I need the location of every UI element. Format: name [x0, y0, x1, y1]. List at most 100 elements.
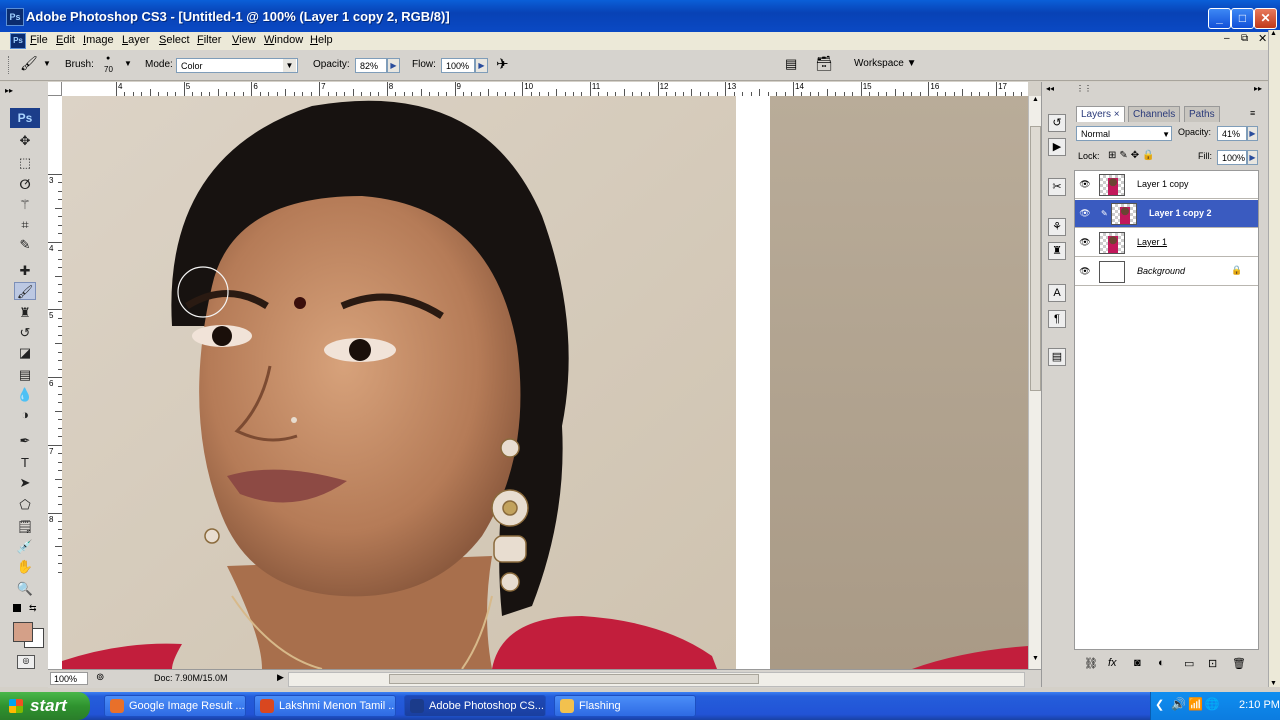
move-icon[interactable]: ✥: [14, 132, 36, 150]
tab-channels[interactable]: Channels: [1128, 106, 1181, 122]
menu-edit[interactable]: Edit: [53, 33, 78, 47]
panel-menu-icon[interactable]: ≡: [1250, 108, 1255, 118]
horizontal-scroll-thumb[interactable]: [389, 674, 759, 684]
type-icon[interactable]: T: [14, 454, 36, 472]
eraser-icon[interactable]: ◪: [14, 344, 36, 362]
gradient-icon[interactable]: ▤: [14, 366, 36, 384]
scroll-down-icon[interactable]: ▼: [1030, 655, 1041, 667]
fx-icon[interactable]: fx: [1108, 657, 1117, 669]
layer-opacity-field[interactable]: 41%: [1217, 126, 1247, 141]
layer-row[interactable]: 👁 Layer 1: [1075, 229, 1258, 257]
hand-icon[interactable]: ✋: [14, 558, 36, 576]
add-mask-icon[interactable]: ◙: [1134, 657, 1141, 669]
brush-chevron-icon[interactable]: ▼: [124, 59, 132, 68]
chevron-down-icon[interactable]: ▼: [283, 59, 296, 72]
document-icon[interactable]: Ps: [10, 33, 26, 49]
blur-icon[interactable]: 💧: [14, 386, 36, 404]
right-scrollbar[interactable]: ▲ ▼: [1268, 30, 1280, 687]
new-group-icon[interactable]: ▭: [1184, 657, 1194, 670]
brushes-panel-icon[interactable]: ⚘: [1048, 218, 1066, 236]
airbrush-icon[interactable]: ✈: [496, 55, 509, 73]
layer-row[interactable]: 👁 Layer 1 copy: [1075, 171, 1258, 199]
layer-opacity-slider-button[interactable]: ▶: [1247, 126, 1258, 141]
horizontal-scrollbar[interactable]: [288, 672, 1025, 687]
flow-field[interactable]: 100%: [441, 58, 475, 73]
marquee-icon[interactable]: ⬚: [14, 154, 36, 172]
link-layers-icon[interactable]: ⛓: [1084, 657, 1098, 670]
swap-colors-icon[interactable]: ⇆: [29, 603, 37, 614]
history-brush-icon[interactable]: ↺: [14, 324, 36, 342]
doc-minimize-icon[interactable]: –: [1224, 33, 1230, 44]
panel-expand-icon[interactable]: ▸▸: [1254, 84, 1262, 93]
menu-filter[interactable]: Filter: [194, 33, 224, 47]
ruler-origin[interactable]: [48, 82, 62, 96]
actions-panel-icon[interactable]: ▶: [1048, 138, 1066, 156]
brush-preset-icon[interactable]: 🖌: [20, 55, 38, 72]
mode-select[interactable]: Color ▼: [176, 58, 298, 73]
workspace-button[interactable]: Workspace ▼: [854, 58, 917, 69]
fill-slider-button[interactable]: ▶: [1247, 150, 1258, 165]
opacity-slider-button[interactable]: ▶: [387, 58, 400, 73]
scroll-up-icon[interactable]: ▲: [1270, 30, 1277, 37]
menu-window[interactable]: Window: [261, 33, 306, 47]
eye-icon[interactable]: 👁: [1079, 208, 1091, 218]
clone-source-icon[interactable]: ♜: [1048, 242, 1066, 260]
eye-icon[interactable]: 👁: [1079, 266, 1091, 276]
tray-icons[interactable]: 🔊📶🌐: [1171, 697, 1222, 711]
doc-close-icon[interactable]: ✕: [1258, 32, 1267, 45]
magic-wand-icon[interactable]: ⚚: [14, 196, 36, 214]
status-info-icon[interactable]: ⊚: [96, 672, 104, 683]
taskbar-item[interactable]: Lakshmi Menon Tamil ...: [254, 695, 396, 717]
shape-icon[interactable]: ⬠: [14, 496, 36, 514]
document-canvas[interactable]: [62, 96, 1028, 669]
paragraph-panel-icon[interactable]: ¶: [1048, 310, 1066, 328]
menu-file[interactable]: File: [27, 33, 51, 47]
dodge-icon[interactable]: ◑: [14, 406, 36, 424]
brush-icon[interactable]: 🖌: [14, 282, 36, 300]
layer-row-selected[interactable]: 👁 ✎ Layer 1 copy 2: [1075, 200, 1258, 228]
notes-icon[interactable]: 🗒: [14, 518, 36, 536]
collapse-panels-icon[interactable]: ◂◂: [1046, 84, 1054, 93]
healing-brush-icon[interactable]: ✚: [14, 262, 36, 280]
brush-tip-icon[interactable]: ●: [106, 55, 110, 62]
taskbar-item[interactable]: Flashing: [554, 695, 696, 717]
menu-image[interactable]: Image: [80, 33, 117, 47]
lock-icons[interactable]: ⊞✎✥🔒: [1108, 150, 1158, 161]
new-layer-icon[interactable]: ⊡: [1208, 657, 1217, 670]
eye-icon[interactable]: 👁: [1079, 179, 1091, 189]
bridge-icon[interactable]: 🗃: [815, 55, 833, 72]
zoom-field[interactable]: 100%: [50, 672, 88, 685]
minimize-button[interactable]: _: [1208, 8, 1231, 29]
crop-icon[interactable]: ⌗: [14, 216, 36, 234]
flow-slider-button[interactable]: ▶: [475, 58, 488, 73]
maximize-button[interactable]: □: [1231, 8, 1254, 29]
toolbox-collapse-icon[interactable]: ▸▸: [5, 86, 41, 95]
tab-paths[interactable]: Paths: [1184, 106, 1220, 122]
foreground-color-swatch[interactable]: [13, 622, 33, 642]
character-panel-icon[interactable]: A: [1048, 284, 1066, 302]
tray-chevron-icon[interactable]: ❮: [1155, 698, 1164, 711]
start-button[interactable]: start: [0, 692, 90, 720]
delete-layer-icon[interactable]: 🗑: [1232, 657, 1246, 670]
taskbar-item[interactable]: Adobe Photoshop CS...: [404, 695, 546, 717]
ps-logo[interactable]: Ps: [10, 108, 40, 128]
pen-icon[interactable]: ✒: [14, 432, 36, 450]
chevron-down-icon[interactable]: ▼: [43, 59, 51, 68]
opacity-field[interactable]: 82%: [355, 58, 387, 73]
scroll-down-icon[interactable]: ▼: [1270, 680, 1277, 687]
history-panel-icon[interactable]: ↺: [1048, 114, 1066, 132]
menu-view[interactable]: View: [229, 33, 259, 47]
fill-field[interactable]: 100%: [1217, 150, 1247, 165]
clone-stamp-icon[interactable]: ♜: [14, 304, 36, 322]
eyedropper-icon[interactable]: 💉: [14, 538, 36, 556]
zoom-icon[interactable]: 🔍: [14, 580, 36, 598]
taskbar-item[interactable]: Google Image Result ...: [104, 695, 246, 717]
doc-restore-icon[interactable]: ⧉: [1241, 33, 1248, 44]
layer-comps-icon[interactable]: ▤: [1048, 348, 1066, 366]
default-colors-icon[interactable]: [13, 604, 21, 612]
menu-select[interactable]: Select: [156, 33, 193, 47]
tab-layers[interactable]: Layers ×: [1076, 106, 1125, 122]
scroll-thumb[interactable]: [1030, 126, 1041, 391]
scroll-up-icon[interactable]: ▲: [1030, 96, 1041, 108]
vertical-scrollbar[interactable]: ▲ ▼: [1028, 96, 1042, 669]
